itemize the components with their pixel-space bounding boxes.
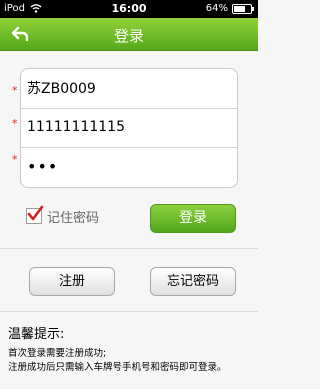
password-input[interactable] [27,155,227,177]
phone-input[interactable] [27,116,227,138]
plate-number-row [21,69,237,109]
tips-title: 温馨提示: [8,327,65,342]
phone-row [21,108,237,148]
page-title: 登录 [113,27,144,45]
plate-number-input[interactable] [27,77,227,99]
password-row [21,147,237,186]
battery-percent: 64% [205,3,228,14]
register-button[interactable]: 注册 [29,267,115,296]
remember-password[interactable]: 记住密码 [26,205,100,226]
battery-icon [232,4,254,14]
checkmark-icon [27,205,44,221]
forgot-password-button[interactable]: 忘记密码 [150,267,236,296]
tips-line-1: 首次登录需要注册成功; [8,348,107,359]
status-bar: iPod 16:00 64% [0,0,258,18]
remember-checkbox[interactable] [26,205,44,224]
required-mark: * [12,84,18,97]
required-mark: * [12,117,18,130]
divider [0,248,258,249]
login-form [20,68,238,188]
divider [0,311,258,312]
login-button[interactable]: 登录 [150,204,236,233]
nav-bar: 登录 [0,18,258,51]
required-mark: * [12,153,18,166]
remember-label: 记住密码 [47,210,100,226]
tips-line-2: 注册成功后只需输入车牌号手机号和密码即可登录。 [8,362,227,373]
